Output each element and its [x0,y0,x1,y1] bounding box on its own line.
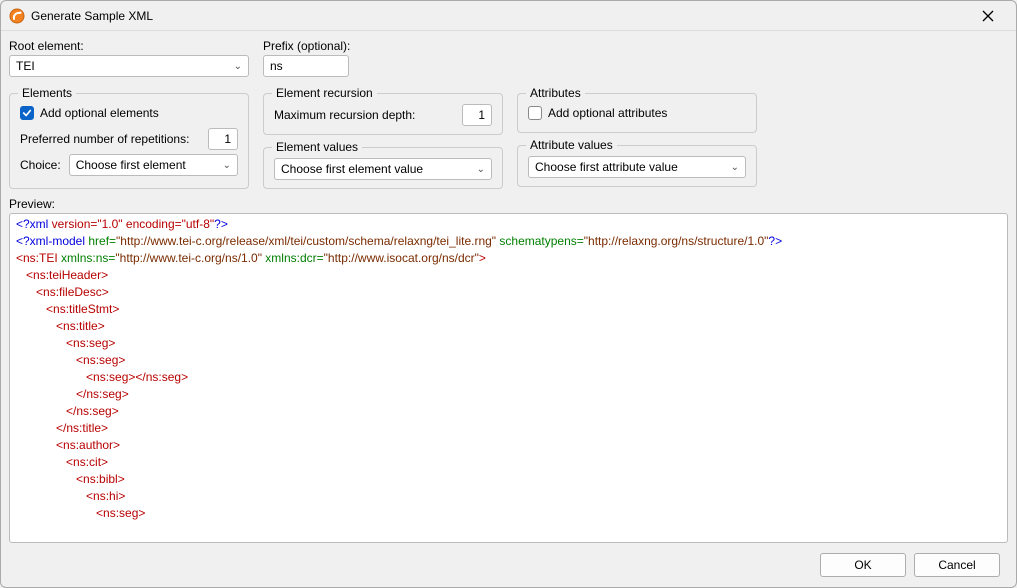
recursion-depth-row: Maximum recursion depth: [274,104,492,126]
prefix-label: Prefix (optional): [263,39,350,53]
elements-legend: Elements [18,86,76,100]
repetitions-label: Preferred number of repetitions: [20,132,189,146]
attribute-values-fieldset: Attribute values Choose first attribute … [517,145,757,187]
attributes-fieldset: Attributes Add optional attributes [517,93,757,133]
attribute-values-value: Choose first attribute value [535,160,678,174]
choice-label: Choice: [20,158,61,172]
element-values-value: Choose first element value [281,162,423,176]
add-optional-attributes-checkbox[interactable] [528,106,542,120]
preview-box: <?xml version="1.0" encoding="utf-8"?> <… [9,213,1008,543]
chevron-down-icon: ⌄ [477,164,485,175]
add-optional-elements-row: Add optional elements [20,104,238,122]
preview-label: Preview: [9,197,1008,211]
attribute-values-select[interactable]: Choose first attribute value ⌄ [528,156,746,178]
preview-content[interactable]: <?xml version="1.0" encoding="utf-8"?> <… [10,214,1007,542]
prefix-block: Prefix (optional): [263,39,350,77]
recursion-fieldset: Element recursion Maximum recursion dept… [263,93,503,135]
top-input-row: Root element: TEI ⌄ Prefix (optional): [9,39,1008,77]
prefix-input[interactable] [263,55,349,77]
dialog-body: Root element: TEI ⌄ Prefix (optional): E… [1,31,1016,587]
element-values-select[interactable]: Choose first element value ⌄ [274,158,492,180]
options-row: Elements Add optional elements Preferred… [9,87,1008,189]
add-optional-attributes-label: Add optional attributes [548,106,667,120]
ok-button[interactable]: OK [820,553,906,577]
add-optional-attributes-row: Add optional attributes [528,104,746,122]
element-values-legend: Element values [272,140,362,154]
dialog-footer: OK Cancel [9,543,1008,587]
root-element-block: Root element: TEI ⌄ [9,39,249,77]
chevron-down-icon: ⌄ [731,162,739,173]
close-button[interactable] [968,4,1008,28]
choice-value: Choose first element [76,158,186,172]
choice-select[interactable]: Choose first element ⌄ [69,154,238,176]
right-column: Attributes Add optional attributes Attri… [517,87,757,189]
element-values-fieldset: Element values Choose first element valu… [263,147,503,189]
add-optional-elements-label: Add optional elements [40,106,159,120]
recursion-depth-input[interactable] [462,104,492,126]
chevron-down-icon: ⌄ [223,160,231,171]
root-element-value: TEI [16,59,35,73]
attributes-legend: Attributes [526,86,585,100]
window-title: Generate Sample XML [31,9,968,23]
attribute-values-legend: Attribute values [526,138,617,152]
repetitions-row: Preferred number of repetitions: [20,128,238,150]
app-icon [9,8,25,24]
dialog-window: Generate Sample XML Root element: TEI ⌄ … [0,0,1017,588]
titlebar: Generate Sample XML [1,1,1016,31]
cancel-button[interactable]: Cancel [914,553,1000,577]
chevron-down-icon: ⌄ [234,61,242,72]
choice-row: Choice: Choose first element ⌄ [20,154,238,176]
recursion-legend: Element recursion [272,86,377,100]
middle-column: Element recursion Maximum recursion dept… [263,87,503,189]
root-element-label: Root element: [9,39,249,53]
root-element-select[interactable]: TEI ⌄ [9,55,249,77]
elements-fieldset: Elements Add optional elements Preferred… [9,93,249,189]
recursion-depth-label: Maximum recursion depth: [274,108,415,122]
add-optional-elements-checkbox[interactable] [20,106,34,120]
repetitions-input[interactable] [208,128,238,150]
close-icon [982,10,994,22]
